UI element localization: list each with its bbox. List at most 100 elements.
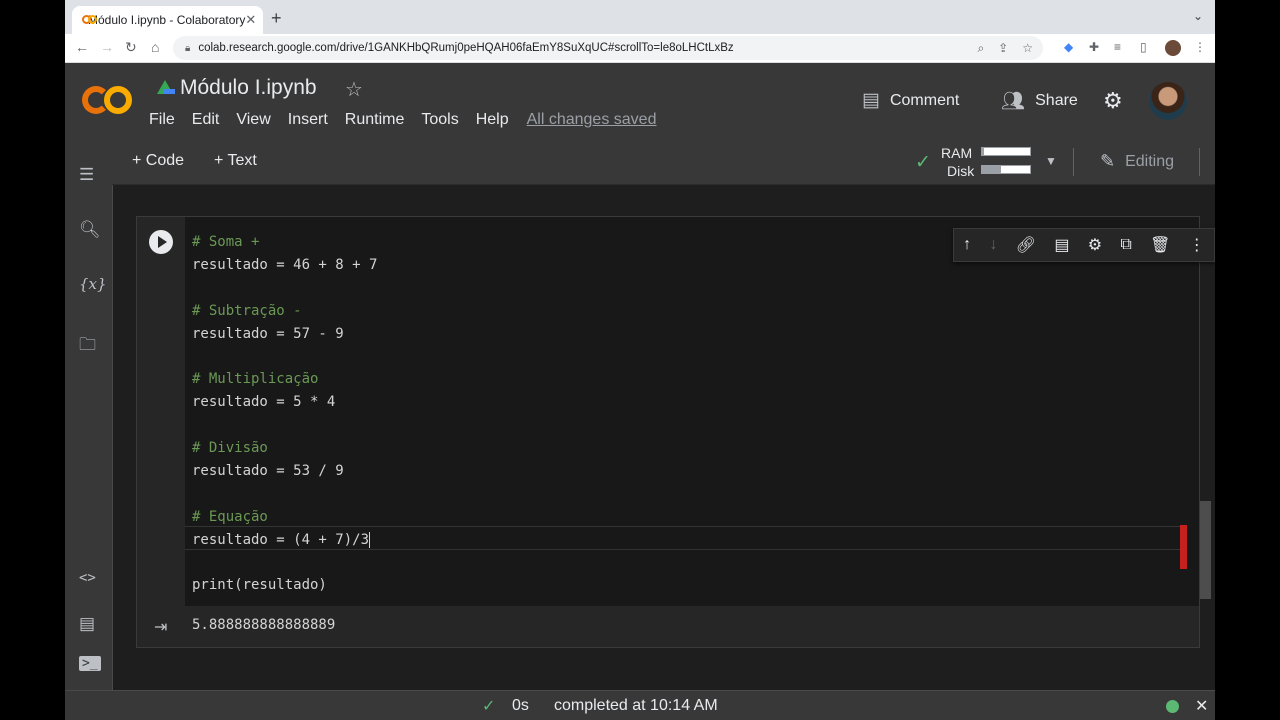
code-cell[interactable]: # Soma + resultado = 46 + 8 + 7 # Subtraç… xyxy=(136,216,1215,607)
comment-icon: ▤ xyxy=(862,90,880,111)
close-status-icon[interactable]: ✕ xyxy=(1195,696,1208,716)
code-line: resultado = 57 - 9 xyxy=(192,325,344,342)
error-marker xyxy=(1180,525,1187,569)
reading-list-icon[interactable]: ≡ xyxy=(1114,40,1121,54)
lock-icon[interactable]: 🔒︎ xyxy=(185,43,190,54)
browser-tab[interactable]: Módulo I.ipynb - Colaboratory ✕ xyxy=(72,6,263,34)
output-text: 5.888888888888889 xyxy=(192,617,336,633)
editing-label: Editing xyxy=(1125,152,1175,170)
address-bar[interactable]: 🔒︎ colab.research.google.com/drive/1GANK… xyxy=(173,36,1043,60)
disk-usage-bar[interactable] xyxy=(981,165,1031,174)
menu-view[interactable]: View xyxy=(236,111,270,129)
clear-output-icon[interactable]: ⇥ xyxy=(154,617,167,637)
code-comment-line: # Equação xyxy=(192,508,268,525)
url-text: colab.research.google.com/drive/1GANKHbQ… xyxy=(198,42,734,54)
table-of-contents-icon[interactable]: ☰ xyxy=(79,165,94,185)
runtime-dropdown-icon[interactable]: ▼ xyxy=(1045,154,1057,168)
code-line: print(resultado) xyxy=(192,577,327,594)
add-comment-icon[interactable]: ▤ xyxy=(1054,235,1069,255)
menu-tools[interactable]: Tools xyxy=(421,111,458,129)
mirror-cell-icon[interactable]: ⧉ xyxy=(1120,236,1131,254)
comment-label: Comment xyxy=(889,91,960,109)
ram-label: RAM xyxy=(941,145,973,161)
editing-mode-button[interactable]: ✎ Editing xyxy=(1100,151,1174,172)
reload-icon[interactable]: ↻ xyxy=(125,39,137,56)
menu-edit[interactable]: Edit xyxy=(192,111,220,129)
add-code-button[interactable]: + Code xyxy=(132,152,184,170)
execution-check-icon: ✓ xyxy=(482,698,496,715)
cell-settings-icon[interactable]: ⚙ xyxy=(1088,235,1102,255)
star-icon[interactable]: ☆ xyxy=(345,77,363,102)
search-icon[interactable]: 🔍︎ xyxy=(79,220,101,240)
terminal-icon[interactable]: >_ xyxy=(79,656,101,671)
new-tab-icon[interactable]: + xyxy=(271,8,282,29)
page-scrollbar[interactable] xyxy=(1200,501,1211,599)
comment-button[interactable]: ▤ Comment xyxy=(862,89,959,112)
menu-help[interactable]: Help xyxy=(476,111,509,129)
add-code-label: Code xyxy=(145,152,185,169)
close-tab-icon[interactable]: ✕ xyxy=(245,12,256,28)
user-avatar[interactable] xyxy=(1149,82,1187,120)
chevron-down-icon[interactable]: ⌄ xyxy=(1193,9,1203,23)
extension-icon[interactable]: ◆ xyxy=(1064,40,1073,54)
zoom-icon[interactable]: ⌕ xyxy=(977,41,984,56)
browser-menu-icon[interactable]: ⋮ xyxy=(1194,40,1206,54)
tab-strip: Módulo I.ipynb - Colaboratory ✕ + ⌄ xyxy=(65,0,1215,34)
move-cell-down-icon[interactable]: ↓ xyxy=(989,236,997,254)
cell-gutter xyxy=(137,217,185,606)
back-icon[interactable]: ← xyxy=(75,39,89,55)
browser-profile-avatar[interactable] xyxy=(1165,40,1181,56)
settings-gear-icon[interactable]: ⚙ xyxy=(1103,88,1123,114)
toolbar-divider xyxy=(1199,148,1200,176)
cell-output: ⇥ 5.888888888888889 xyxy=(136,606,1200,648)
browser-window: Módulo I.ipynb - Colaboratory ✕ + ⌄ ← → … xyxy=(65,0,1215,720)
code-comment-line: # Divisão xyxy=(192,440,268,457)
runtime-connected-check-icon: ✓ xyxy=(915,152,931,173)
menu-file[interactable]: File xyxy=(149,111,175,129)
extensions-puzzle-icon[interactable]: ✚ xyxy=(1089,40,1099,54)
pencil-icon: ✎ xyxy=(1100,151,1116,171)
add-text-label: Text xyxy=(227,152,257,169)
move-cell-up-icon[interactable]: ↑ xyxy=(963,236,971,254)
notebook-toolbar: + Code + Text ✓ RAM Disk ▼ ✎ Editing ︿ xyxy=(112,140,1215,185)
home-icon[interactable]: ⌂ xyxy=(151,39,159,55)
people-icon: 👥︎ xyxy=(1001,91,1026,112)
forward-icon[interactable]: → xyxy=(100,39,114,55)
toolbar-divider xyxy=(1073,148,1074,176)
run-cell-button[interactable] xyxy=(149,230,173,254)
menu-runtime[interactable]: Runtime xyxy=(345,111,405,129)
disk-label: Disk xyxy=(947,163,975,179)
colab-logo[interactable] xyxy=(82,86,132,116)
side-panel-icon[interactable]: ▯ xyxy=(1140,40,1147,54)
bookmark-star-icon[interactable]: ☆ xyxy=(1022,41,1033,56)
command-palette-icon[interactable]: ▤ xyxy=(79,614,95,634)
share-page-icon[interactable]: ⇪ xyxy=(998,41,1008,56)
share-button[interactable]: 👥︎ Share xyxy=(1001,89,1078,113)
status-bar: ✓ 0s completed at 10:14 AM ✕ xyxy=(65,690,1215,720)
share-label: Share xyxy=(1035,92,1078,109)
code-snippets-icon[interactable]: <> xyxy=(79,570,96,586)
disk-usage-fill xyxy=(982,166,1002,173)
link-icon[interactable]: 🔗︎ xyxy=(1016,235,1036,255)
connection-status-icon xyxy=(1166,700,1179,713)
cell-actions-toolbar: ↑ ↓ 🔗︎ ▤ ⚙ ⧉ 🗑︎ ⋮ xyxy=(953,228,1215,262)
more-options-icon[interactable]: ⋮ xyxy=(1189,235,1205,255)
add-text-button[interactable]: + Text xyxy=(214,152,257,170)
variables-icon[interactable]: {x} xyxy=(79,275,107,293)
code-editor[interactable]: # Soma + resultado = 46 + 8 + 7 # Subtraç… xyxy=(185,217,1199,606)
save-status[interactable]: All changes saved xyxy=(527,111,657,129)
left-sidebar: ☰ 🔍︎ {x} 🗀 <> ▤ >_ xyxy=(65,140,113,690)
menu-insert[interactable]: Insert xyxy=(288,111,328,129)
ram-usage-bar[interactable] xyxy=(981,147,1031,156)
drive-icon[interactable] xyxy=(157,80,175,94)
folder-icon[interactable]: 🗀 xyxy=(79,332,96,361)
code-line: resultado = 46 + 8 + 7 xyxy=(192,256,378,273)
menu-bar: File Edit View Insert Runtime Tools Help… xyxy=(149,111,656,129)
notebook-title[interactable]: Módulo I.ipynb xyxy=(180,76,317,100)
delete-cell-icon[interactable]: 🗑︎ xyxy=(1150,235,1170,255)
code-content[interactable]: # Soma + resultado = 46 + 8 + 7 # Subtraç… xyxy=(192,231,377,597)
